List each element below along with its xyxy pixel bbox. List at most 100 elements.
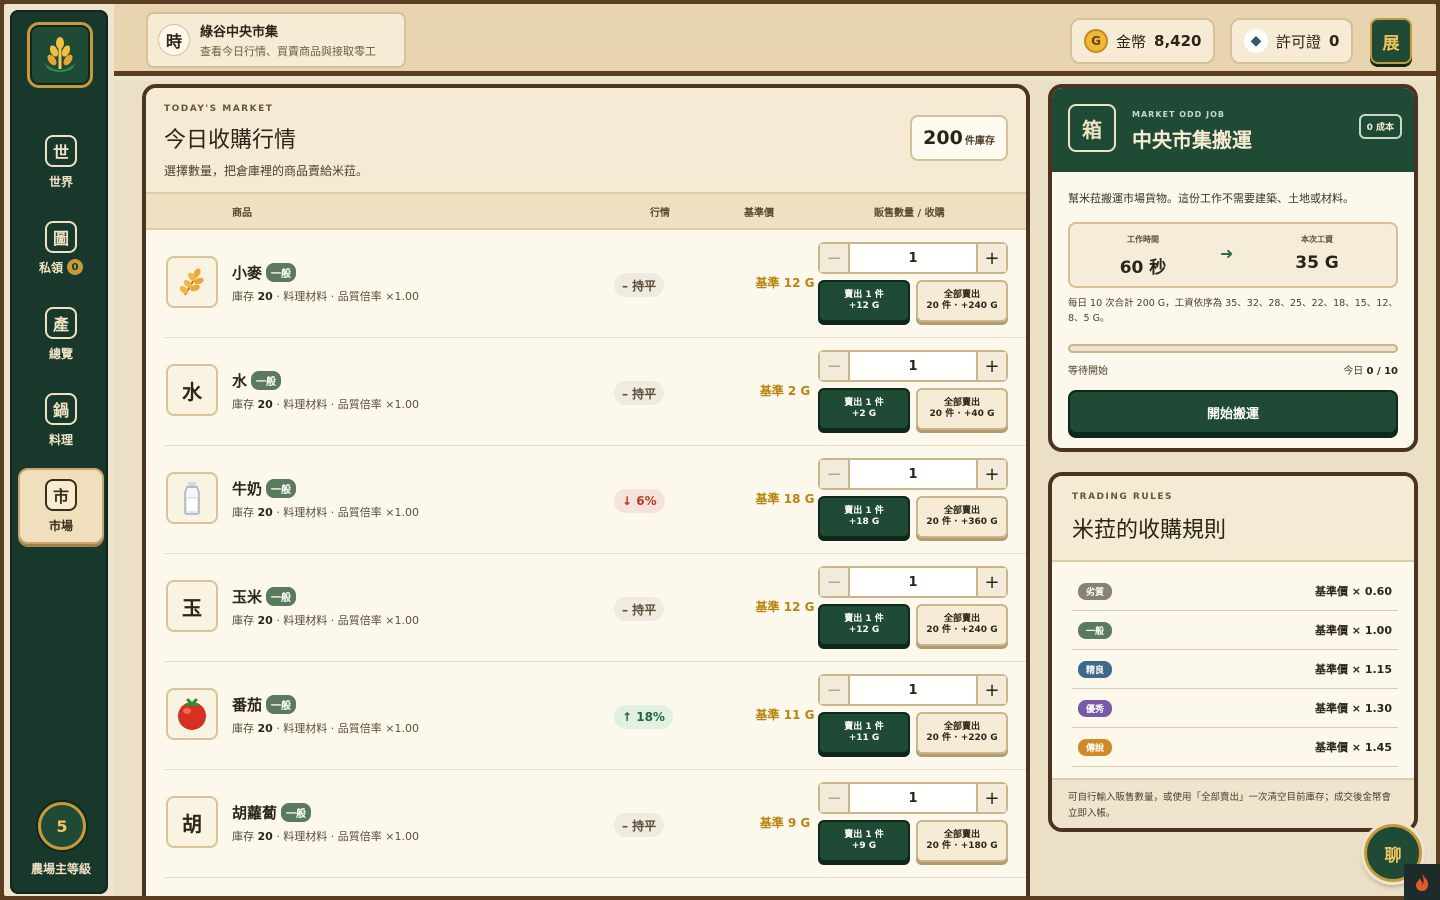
product-name-text: 牛奶 (232, 480, 263, 498)
grade-badge: 一般 (1078, 621, 1113, 639)
grade-badge: 一般 (281, 803, 312, 822)
product-meta: 庫存 20 · 料理材料 · 品質倍率 ×1.00 (232, 612, 419, 628)
product-name-text: 胡蘿蔔 (232, 804, 278, 822)
market-panel: TODAY'S MARKET 今日收購行情 選擇數量，把倉庫裡的商品賣給米菈。 … (142, 84, 1030, 896)
grade-badge: 劣質 (1078, 582, 1113, 600)
product-name: 胡蘿蔔 一般 (232, 802, 312, 823)
product-name: 玉米 一般 (232, 586, 297, 607)
rule-multiplier: 基準價 × 1.00 (1314, 624, 1392, 637)
table-row: 玉玉米 一般 庫存 20 · 料理材料 · 品質倍率 ×1.00– 持平 基準 12 … (164, 554, 1026, 662)
minus-button[interactable]: − (820, 244, 850, 272)
grade-badge: 精良 (1078, 660, 1113, 678)
minus-button[interactable]: − (820, 568, 850, 596)
quantity-input[interactable]: 1 (850, 568, 976, 596)
stock-label: 庫存 (232, 398, 254, 411)
plus-button[interactable]: + (976, 568, 1006, 596)
wheat-icon (166, 256, 218, 308)
sell-all-label: 全部賣出 (943, 505, 980, 516)
nav-market[interactable]: 市市場 (18, 468, 104, 544)
sell-one-button[interactable]: 賣出 1 件 +11 G (818, 712, 910, 754)
nav-label: 市場 (48, 518, 73, 533)
grade-badge: 一般 (266, 587, 297, 606)
stock-value: 20 (257, 506, 273, 519)
permit-counter: ◆ 許可證 0 (1230, 18, 1354, 64)
minus-button[interactable]: − (820, 352, 850, 380)
trading-rules-panel: TRADING RULES 米菈的收購規則 劣質 基準價 × 0.60 一般 基準價 … (1048, 472, 1418, 832)
col-base: 基準價 (744, 207, 774, 219)
market-title-card: 時 綠谷中央市集 查看今日行情、買賣商品與接取零工 (146, 12, 406, 68)
rules-header: TRADING RULES 米菈的收購規則 (1052, 476, 1414, 562)
start-job-button[interactable]: 開始搬運 (1068, 390, 1398, 434)
page-subtitle: 查看今日行情、買賣商品與接取零工 (200, 45, 376, 58)
quantity-input[interactable]: 1 (850, 676, 976, 704)
product-name-text: 玉米 (232, 588, 263, 606)
level-label: 農場主等級 (30, 862, 91, 876)
rules-title: 米菈的收購規則 (1072, 518, 1227, 543)
plus-button[interactable]: + (976, 784, 1006, 812)
water-icon: 水 (166, 364, 218, 416)
nav-territory[interactable]: 圖私領 0 (18, 210, 104, 286)
sell-all-button[interactable]: 全部賣出 20 件 · +40 G (916, 388, 1008, 430)
meta-text: · 料理材料 · 品質倍率 ×1.00 (276, 290, 420, 303)
level-value: 5 (56, 816, 68, 836)
stock-label: 庫存 (232, 614, 254, 627)
job-header: 箱 MARKET ODD JOB 中央市集搬運 0 成本 (1052, 88, 1414, 172)
minus-button[interactable]: − (820, 676, 850, 704)
col-trend: 行情 (650, 207, 670, 219)
minus-button[interactable]: − (820, 460, 850, 488)
quantity-input[interactable]: 1 (850, 352, 976, 380)
plus-button[interactable]: + (976, 244, 1006, 272)
product-meta: 庫存 20 · 料理材料 · 品質倍率 ×1.00 (232, 720, 419, 736)
expand-button[interactable]: 展 (1370, 18, 1412, 64)
sell-all-button[interactable]: 全部賣出 20 件 · +240 G (916, 280, 1008, 322)
minus-button[interactable]: − (820, 784, 850, 812)
sell-one-value: +18 G (848, 517, 880, 527)
diamond-icon: ◆ (1244, 29, 1268, 53)
sell-all-button[interactable]: 全部賣出 20 件 · +220 G (916, 712, 1008, 754)
today-label: 今日 (1343, 366, 1364, 377)
trend-badge: ↑ 18% (614, 705, 673, 729)
sell-all-label: 全部賣出 (943, 613, 980, 624)
sell-one-button[interactable]: 賣出 1 件 +12 G (818, 280, 910, 322)
nav-label-wrap: 世界 (49, 173, 73, 190)
product-name-text: 水 (232, 372, 248, 390)
product-list: 小麥 一般 庫存 20 · 料理材料 · 品質倍率 ×1.00– 持平 基準 12 G… (146, 230, 1026, 896)
flame-icon[interactable] (1404, 864, 1440, 900)
wage-label: 本次工資 (1301, 235, 1333, 244)
sell-one-button[interactable]: 賣出 1 件 +9 G (818, 820, 910, 862)
sell-one-label: 賣出 1 件 (844, 505, 884, 516)
farmer-level-badge[interactable]: 5 (38, 802, 86, 850)
sell-one-button[interactable]: 賣出 1 件 +2 G (818, 388, 910, 430)
rule-multiplier: 基準價 × 1.45 (1314, 741, 1392, 754)
quantity-stepper: −1 + (818, 782, 1008, 814)
sell-all-button[interactable]: 全部賣出 20 件 · +180 G (916, 820, 1008, 862)
wheat-logo-icon[interactable] (27, 22, 93, 88)
nav-label: 私領 (38, 260, 63, 275)
quantity-input[interactable]: 1 (850, 460, 976, 488)
sell-all-value: 20 件 · +240 G (926, 625, 998, 635)
gold-value: 8,420 (1154, 32, 1202, 50)
gold-counter: G 金幣 8,420 (1070, 18, 1216, 64)
quantity-input[interactable]: 1 (850, 244, 976, 272)
plus-button[interactable]: + (976, 460, 1006, 488)
quantity-input[interactable]: 1 (850, 784, 976, 812)
sidebar: 世世界圖私領 0 產總覽鍋料理市市場 5 農場主等級 (10, 10, 108, 894)
product-meta: 庫存 20 · 料理材料 · 品質倍率 ×1.00 (232, 396, 419, 412)
sell-all-label: 全部賣出 (943, 721, 980, 732)
sell-all-button[interactable]: 全部賣出 20 件 · +240 G (916, 604, 1008, 646)
sell-one-button[interactable]: 賣出 1 件 +18 G (818, 496, 910, 538)
sell-all-button[interactable]: 全部賣出 20 件 · +360 G (916, 496, 1008, 538)
plus-button[interactable]: + (976, 676, 1006, 704)
nav-cooking[interactable]: 鍋料理 (18, 382, 104, 458)
nav-badge: 0 (67, 259, 83, 275)
nav-label-wrap: 總覽 (49, 345, 73, 362)
sell-one-button[interactable]: 賣出 1 件 +12 G (818, 604, 910, 646)
grade-badge: 一般 (266, 479, 297, 498)
market-title: 今日收購行情 (164, 128, 297, 153)
nav-world[interactable]: 世世界 (18, 124, 104, 200)
nav-overview[interactable]: 產總覽 (18, 296, 104, 372)
nav-label-wrap: 私領 0 (39, 259, 83, 276)
sell-one-value: +9 G (851, 841, 877, 851)
col-product: 商品 (232, 207, 252, 219)
plus-button[interactable]: + (976, 352, 1006, 380)
